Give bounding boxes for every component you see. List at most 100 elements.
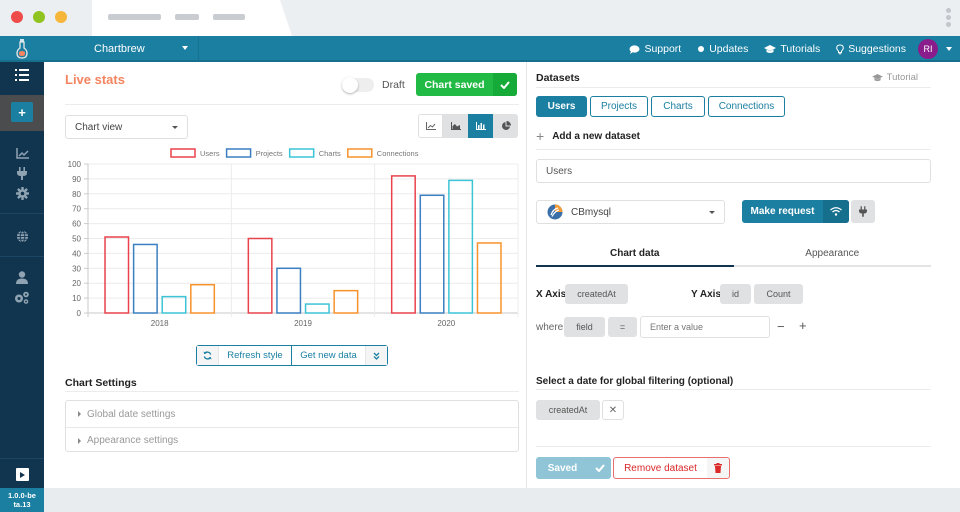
sidebar-item-connections[interactable] (0, 167, 44, 180)
remove-condition-icon[interactable]: − (777, 319, 785, 334)
y-tick-label: 70 (72, 205, 81, 214)
appearance-settings-toggle[interactable]: Appearance settings (66, 427, 518, 453)
connection-select[interactable]: CBmysql (536, 200, 725, 224)
bar-connections-2019 (333, 289, 359, 314)
chart-saved-button[interactable]: Chart saved (416, 73, 517, 96)
dataset-tab-projects[interactable]: Projects (590, 96, 648, 117)
add-icon: + (11, 102, 33, 122)
dataset-saved-button[interactable]: Saved (536, 457, 611, 479)
chart-legend: Users Projects Charts Connections (170, 148, 419, 158)
pie-chart-icon (501, 121, 511, 130)
divider (65, 104, 519, 105)
sidebar-item-charts[interactable] (0, 148, 44, 159)
chart-title[interactable]: Live stats (65, 72, 125, 87)
bar-users-2018 (104, 236, 130, 314)
chart-icon (15, 148, 29, 159)
where-field-button[interactable]: field (564, 317, 605, 337)
sidebar-item-members[interactable] (0, 271, 44, 284)
bar-users-2020 (390, 175, 416, 314)
bar-connections-2018 (190, 283, 216, 314)
legend-swatch (170, 148, 196, 158)
plug-icon (17, 167, 27, 180)
clear-date-filter-icon[interactable]: ✕ (602, 400, 624, 420)
y-tick-label: 60 (72, 220, 81, 229)
global-date-settings-toggle[interactable]: Global date settings (66, 401, 518, 427)
x-axis-field-button[interactable]: createdAt (565, 284, 628, 304)
chart-view-select[interactable]: Chart view (65, 115, 188, 139)
list-icon (15, 69, 29, 81)
sidebar-item-settings[interactable] (0, 187, 44, 200)
remove-dataset-button[interactable]: Remove dataset (613, 457, 730, 479)
date-filter-field-button[interactable]: createdAt (536, 400, 600, 420)
nav-suggestions-label: Suggestions (848, 43, 906, 55)
maximize-window-button[interactable] (55, 11, 67, 23)
plus-icon: + (536, 128, 545, 144)
sidebar-divider (0, 256, 44, 257)
lightbulb-icon (836, 43, 845, 54)
pie-chart-button[interactable] (493, 114, 518, 138)
nav-support[interactable]: Support (621, 43, 689, 55)
dataset-tab-users[interactable]: Users (536, 96, 587, 117)
browser-menu-icon[interactable] (946, 8, 952, 29)
area-chart-icon (450, 122, 461, 130)
refresh-icon[interactable] (197, 346, 219, 365)
y-tick-label: 30 (72, 264, 81, 273)
checkmark-icon (589, 457, 611, 479)
y-axis-field-button[interactable]: id (720, 284, 751, 304)
where-operator-button[interactable]: = (608, 317, 637, 337)
make-request-button[interactable]: Make request (742, 200, 849, 223)
draft-toggle[interactable] (342, 77, 374, 93)
more-options-chevron-icon[interactable] (366, 346, 387, 365)
team-selector[interactable]: Chartbrew (44, 36, 199, 62)
tutorial-link[interactable]: Tutorial (871, 72, 918, 83)
sidebar-divider (0, 458, 44, 459)
x-axis-label: X Axis (536, 289, 567, 300)
line-chart-button[interactable] (418, 114, 443, 138)
user-icon (16, 271, 28, 284)
sidebar-item-public-dashboard[interactable] (0, 230, 44, 243)
divider (65, 391, 519, 392)
refresh-style-button[interactable]: Refresh style (219, 346, 292, 365)
user-menu-chevron-icon[interactable] (946, 47, 952, 51)
connection-settings-button[interactable] (851, 200, 875, 223)
close-window-button[interactable] (11, 11, 23, 23)
bar-chart-button[interactable] (468, 114, 493, 138)
connection-value: CBmysql (571, 206, 612, 218)
browser-chrome (0, 0, 960, 36)
y-tick-label: 80 (72, 190, 81, 199)
user-avatar[interactable]: RI (918, 39, 938, 59)
y-tick-label: 90 (72, 175, 81, 184)
dataset-name-input[interactable] (536, 159, 931, 183)
where-value-input[interactable] (640, 316, 770, 338)
tab-chart-data[interactable]: Chart data (536, 242, 734, 267)
chartbrew-logo[interactable] (0, 36, 44, 62)
datasets-title: Datasets (536, 72, 580, 84)
area-chart-button[interactable] (443, 114, 468, 138)
nav-suggestions[interactable]: Suggestions (828, 43, 914, 55)
y-axis-operation-button[interactable]: Count (754, 284, 803, 304)
sidebar-item-dashboard[interactable] (0, 69, 44, 81)
datasets-panel: Datasets Tutorial Users Projects Charts … (527, 62, 960, 488)
add-condition-icon[interactable]: + (799, 318, 807, 333)
x-tick-label: 2020 (437, 319, 455, 328)
get-new-data-button[interactable]: Get new data (292, 346, 366, 365)
sidebar-item-team-settings[interactable] (0, 291, 44, 304)
draft-label: Draft (382, 79, 405, 91)
nav-tutorials[interactable]: Tutorials (756, 43, 828, 55)
tab-appearance[interactable]: Appearance (734, 242, 932, 265)
dataset-tab-connections[interactable]: Connections (708, 96, 785, 117)
chart-panel: Live stats Draft Chart saved Chart view … (44, 62, 527, 488)
y-tick-label: 40 (72, 249, 81, 258)
nav-support-label: Support (644, 43, 682, 55)
sidebar-collapse-button[interactable] (0, 468, 44, 481)
legend-label: Users (200, 149, 220, 158)
sidebar-add-chart-button[interactable]: + (0, 102, 44, 122)
dataset-tab-charts[interactable]: Charts (651, 96, 705, 117)
bar-projects-2018 (132, 243, 158, 314)
nav-updates[interactable]: Updates (689, 43, 756, 55)
minimize-window-button[interactable] (33, 11, 45, 23)
flask-logo-icon (16, 39, 28, 59)
chart-view-value: Chart view (75, 121, 123, 133)
add-dataset-button[interactable]: + Add a new dataset (536, 128, 640, 144)
y-tick-label: 10 (72, 294, 81, 303)
